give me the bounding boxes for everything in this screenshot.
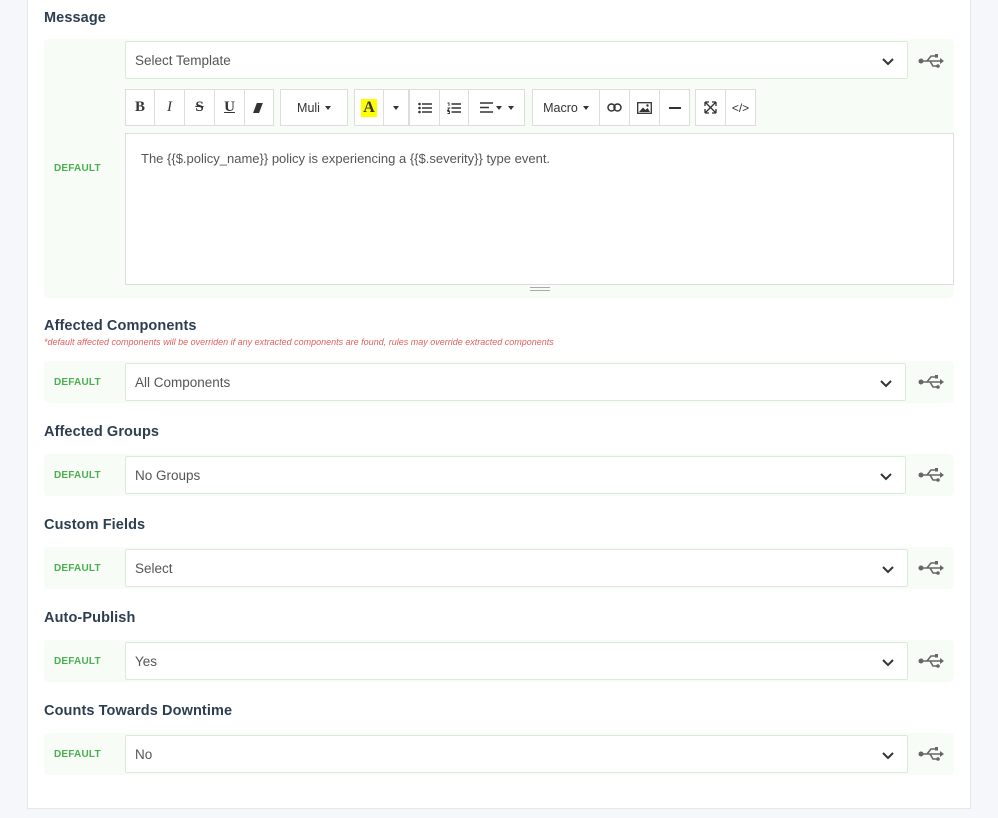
auto-publish-select[interactable]: Yes xyxy=(125,642,908,680)
bold-button[interactable]: B xyxy=(125,89,155,126)
chevron-down-icon xyxy=(882,659,894,667)
editor-toolbar: B I S U Muli A Macro </> xyxy=(125,89,954,127)
affected-groups-select[interactable]: No Groups xyxy=(125,456,906,494)
custom-fields-default-label: DEFAULT xyxy=(54,563,101,574)
font-select-label: Muli xyxy=(297,100,320,115)
align-left-icon xyxy=(479,102,493,113)
affected-components-note: *default affected components will be ove… xyxy=(44,337,554,347)
bullet-list-icon xyxy=(417,102,432,113)
horizontal-rule-button[interactable] xyxy=(659,89,690,126)
custom-fields-row: DEFAULT Select xyxy=(44,547,954,589)
chevron-down-icon xyxy=(880,473,892,481)
message-editor[interactable]: The {{$.policy_name}} policy is experien… xyxy=(125,133,954,285)
auto-publish-value: Yes xyxy=(135,654,158,669)
affected-components-default-label: DEFAULT xyxy=(54,377,101,388)
affected-groups-default-label: DEFAULT xyxy=(54,470,101,481)
editor-resize-handle[interactable] xyxy=(125,285,954,295)
usb-icon[interactable] xyxy=(918,653,944,669)
underline-button[interactable]: U xyxy=(214,89,245,126)
highlight-color-label: A xyxy=(361,98,377,117)
custom-fields-title: Custom Fields xyxy=(44,517,146,533)
chevron-down-icon xyxy=(880,380,892,388)
template-select-value: Select Template xyxy=(135,53,231,68)
counts-downtime-value: No xyxy=(135,747,153,762)
affected-groups-row: DEFAULT No Groups xyxy=(44,454,954,496)
eraser-button[interactable] xyxy=(244,89,274,126)
affected-groups-value: No Groups xyxy=(135,468,201,483)
bullet-list-button[interactable] xyxy=(409,89,440,126)
caret-down-icon xyxy=(582,105,589,110)
numbered-list-button[interactable] xyxy=(439,89,469,126)
chevron-down-icon xyxy=(882,566,894,574)
macro-dropdown-button[interactable]: Macro xyxy=(532,89,600,126)
resize-grip-icon xyxy=(530,287,550,291)
macro-label: Macro xyxy=(543,100,578,115)
usb-icon[interactable] xyxy=(918,467,944,483)
strikethrough-button[interactable]: S xyxy=(184,89,215,126)
fullscreen-icon xyxy=(704,101,717,114)
custom-fields-value: Select xyxy=(135,561,173,576)
counts-downtime-row: DEFAULT No xyxy=(44,733,954,775)
auto-publish-row: DEFAULT Yes xyxy=(44,640,954,682)
code-view-button[interactable]: </> xyxy=(725,89,756,126)
font-select[interactable]: Muli xyxy=(280,89,348,126)
message-title: Message xyxy=(44,10,106,26)
caret-down-icon xyxy=(507,105,514,110)
usb-icon[interactable] xyxy=(918,746,944,762)
template-select[interactable]: Select Template xyxy=(125,41,908,79)
image-button[interactable] xyxy=(629,89,660,126)
affected-components-value: All Components xyxy=(135,375,231,390)
link-button[interactable] xyxy=(599,89,630,126)
affected-groups-title: Affected Groups xyxy=(44,424,160,440)
auto-publish-default-label: DEFAULT xyxy=(54,656,101,667)
color-dropdown-button[interactable] xyxy=(383,89,409,126)
message-default-label: DEFAULT xyxy=(54,163,101,174)
counts-downtime-default-label: DEFAULT xyxy=(54,749,101,760)
affected-components-select[interactable]: All Components xyxy=(125,363,906,401)
affected-components-title: Affected Components xyxy=(44,318,197,334)
counts-downtime-title: Counts Towards Downtime xyxy=(44,703,233,719)
fullscreen-button[interactable] xyxy=(695,89,726,126)
affected-components-row: DEFAULT All Components xyxy=(44,361,954,403)
chevron-down-icon xyxy=(882,752,894,760)
align-dropdown-button[interactable] xyxy=(468,89,525,126)
eraser-icon xyxy=(253,102,263,113)
usb-icon[interactable] xyxy=(918,374,944,390)
caret-down-icon xyxy=(324,105,331,110)
link-icon xyxy=(607,103,622,112)
caret-down-icon xyxy=(495,105,502,110)
horizontal-rule-icon xyxy=(668,106,681,109)
numbered-list-icon xyxy=(447,102,461,114)
image-icon xyxy=(637,101,652,114)
auto-publish-title: Auto-Publish xyxy=(44,610,136,626)
caret-down-icon xyxy=(393,105,399,110)
usb-icon[interactable] xyxy=(918,560,944,576)
counts-downtime-select[interactable]: No xyxy=(125,735,908,773)
highlight-color-button[interactable]: A xyxy=(354,89,384,126)
message-body-text: The {{$.policy_name}} policy is experien… xyxy=(141,151,551,166)
custom-fields-select[interactable]: Select xyxy=(125,549,908,587)
italic-button[interactable]: I xyxy=(154,89,185,126)
chevron-down-icon xyxy=(882,58,894,66)
usb-icon[interactable] xyxy=(918,53,944,69)
